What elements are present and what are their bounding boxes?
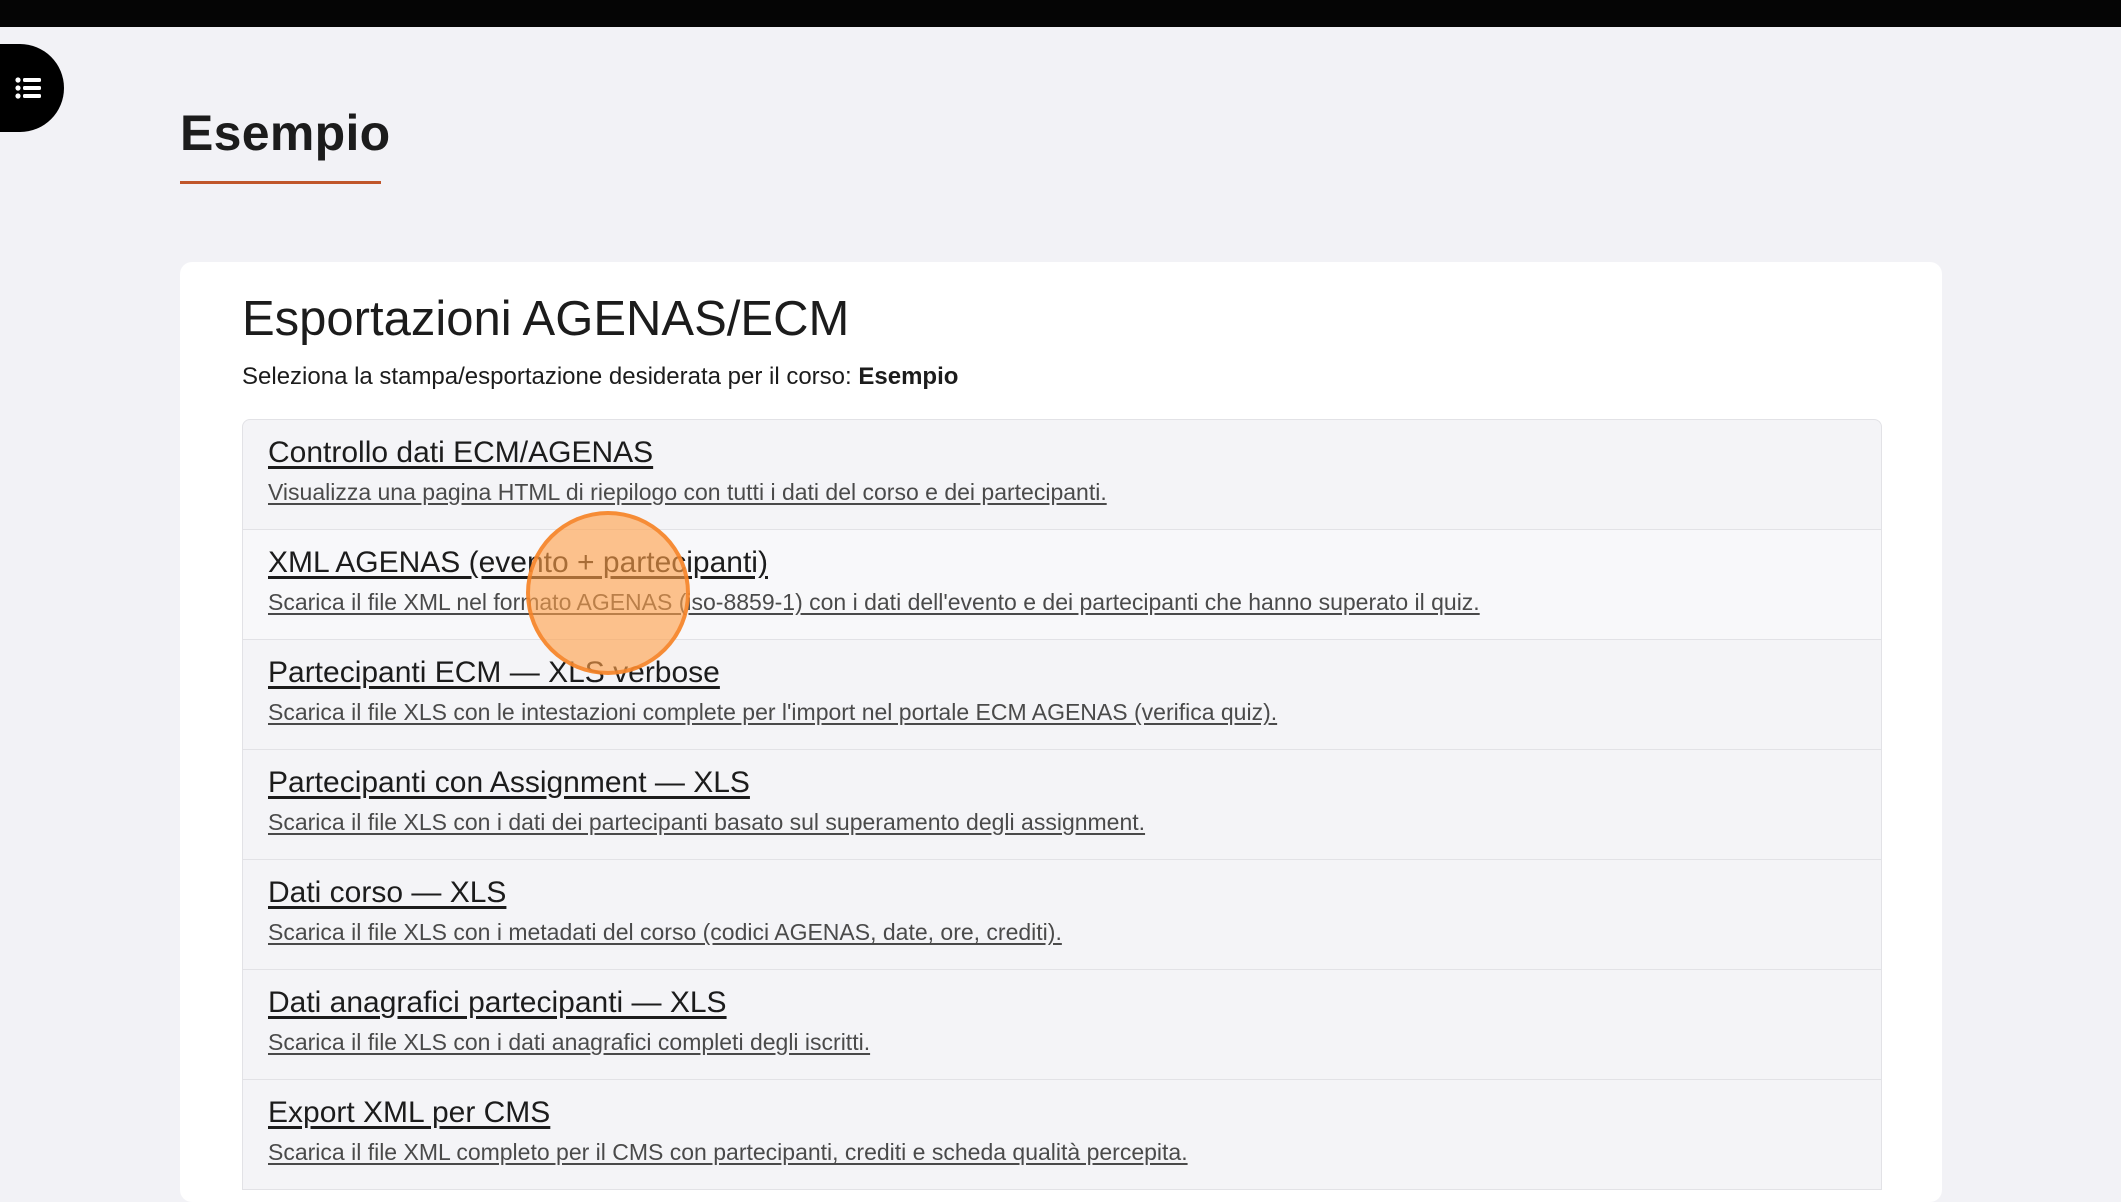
export-item-partecipanti-assignment[interactable]: Partecipanti con Assignment — XLS Scaric…: [243, 750, 1881, 860]
export-link-title[interactable]: Dati anagrafici partecipanti — XLS: [268, 983, 1881, 1023]
export-link-title[interactable]: Partecipanti ECM — XLS verbose: [268, 653, 1881, 693]
export-item-xml-agenas[interactable]: XML AGENAS (evento + partecipanti) Scari…: [243, 530, 1881, 640]
card-title: Esportazioni AGENAS/ECM: [242, 292, 850, 346]
export-description[interactable]: Scarica il file XLS con i metadati del c…: [268, 915, 1881, 949]
export-item-partecipanti-ecm[interactable]: Partecipanti ECM — XLS verbose Scarica i…: [243, 640, 1881, 750]
export-link-title[interactable]: Controllo dati ECM/AGENAS: [268, 433, 1881, 473]
course-name: Esempio: [858, 363, 959, 390]
export-link-title[interactable]: Partecipanti con Assignment — XLS: [268, 763, 1881, 803]
export-item-dati-anagrafici[interactable]: Dati anagrafici partecipanti — XLS Scari…: [243, 970, 1881, 1080]
export-item-controllo-dati[interactable]: Controllo dati ECM/AGENAS Visualizza una…: [243, 420, 1881, 530]
list-icon: [15, 77, 41, 99]
card-subtitle: Seleziona la stampa/esportazione desider…: [242, 360, 958, 394]
exports-card: Esportazioni AGENAS/ECM Seleziona la sta…: [180, 262, 1942, 1202]
export-description[interactable]: Scarica il file XLS con le intestazioni …: [268, 695, 1881, 729]
export-item-dati-corso[interactable]: Dati corso — XLS Scarica il file XLS con…: [243, 860, 1881, 970]
export-description[interactable]: Scarica il file XML completo per il CMS …: [268, 1135, 1881, 1169]
export-description[interactable]: Scarica il file XML nel formato AGENAS (…: [268, 585, 1881, 619]
title-underline: [180, 181, 381, 184]
export-link-title[interactable]: Dati corso — XLS: [268, 873, 1881, 913]
export-link-title[interactable]: Export XML per CMS: [268, 1093, 1881, 1133]
export-link-title[interactable]: XML AGENAS (evento + partecipanti): [268, 543, 1881, 583]
top-bar: [0, 0, 2121, 27]
export-list: Controllo dati ECM/AGENAS Visualizza una…: [242, 419, 1882, 1190]
export-description[interactable]: Scarica il file XLS con i dati dei parte…: [268, 805, 1881, 839]
table-of-contents-button[interactable]: [0, 44, 64, 132]
subtitle-text: Seleziona la stampa/esportazione desider…: [242, 363, 859, 390]
export-description[interactable]: Scarica il file XLS con i dati anagrafic…: [268, 1025, 1881, 1059]
page-title: Esempio: [180, 105, 391, 161]
export-description[interactable]: Visualizza una pagina HTML di riepilogo …: [268, 475, 1881, 509]
export-item-xml-cms[interactable]: Export XML per CMS Scarica il file XML c…: [243, 1080, 1881, 1190]
